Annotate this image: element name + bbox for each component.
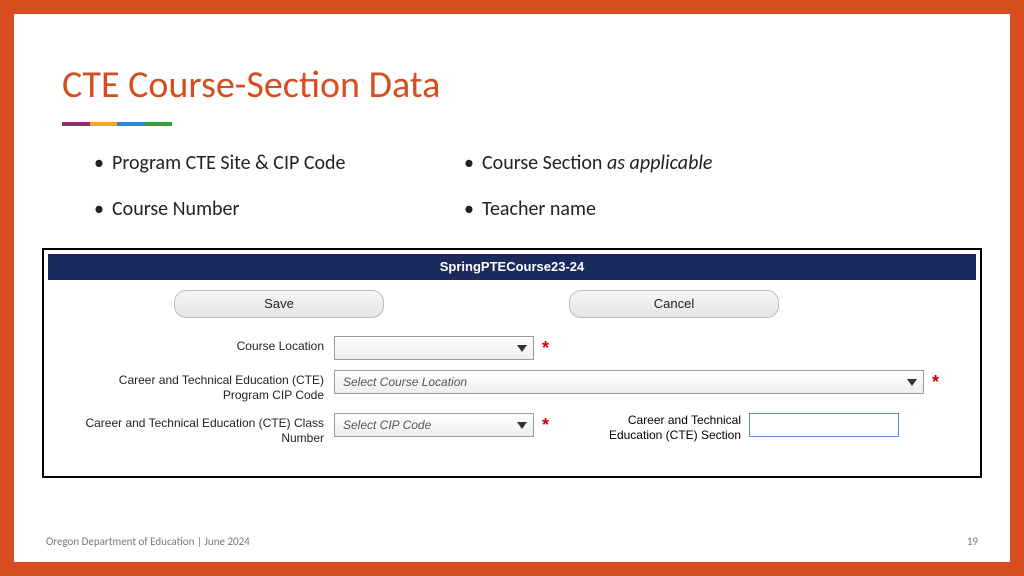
- required-asterisk-icon: *: [542, 413, 549, 437]
- page-title: CTE Course-Section Data: [62, 62, 440, 108]
- bullet-text: Teacher name: [482, 197, 596, 221]
- class-number-label: Career and Technical Education (CTE) Cla…: [74, 413, 334, 446]
- select-placeholder: Select Course Location: [343, 375, 467, 389]
- form-screenshot: SpringPTECourse23-24 Save Cancel Course …: [42, 248, 982, 478]
- required-asterisk-icon: *: [542, 336, 549, 360]
- title-underline: [62, 122, 172, 126]
- form-grid: Course Location * Career and Technical E…: [44, 324, 980, 446]
- bullet-text: Course Section: [482, 151, 607, 175]
- cip-code-select[interactable]: Select Course Location: [334, 370, 924, 394]
- bullet-item: Course Section as applicable: [464, 150, 824, 176]
- course-location-select[interactable]: [334, 336, 534, 360]
- bullet-column-right: Course Section as applicable Teacher nam…: [464, 150, 824, 242]
- bullet-column-left: Program CTE Site & CIP Code Course Numbe…: [94, 150, 454, 242]
- chevron-down-icon: [517, 422, 527, 429]
- bullet-item: Course Number: [94, 196, 454, 222]
- save-button[interactable]: Save: [174, 290, 384, 318]
- form-row-course-location: Course Location *: [74, 336, 950, 360]
- chevron-down-icon: [907, 379, 917, 386]
- course-location-label: Course Location: [74, 336, 334, 354]
- cancel-button[interactable]: Cancel: [569, 290, 779, 318]
- page-number: 19: [967, 535, 978, 548]
- form-row-class-number: Career and Technical Education (CTE) Cla…: [74, 413, 950, 446]
- section-input[interactable]: [749, 413, 899, 437]
- form-header: SpringPTECourse23-24: [48, 254, 976, 280]
- bullet-item: Teacher name: [464, 196, 824, 222]
- required-asterisk-icon: *: [932, 370, 939, 394]
- cip-code-label: Career and Technical Education (CTE) Pro…: [74, 370, 334, 403]
- section-label: Career and Technical Education (CTE) Sec…: [579, 413, 749, 443]
- chevron-down-icon: [517, 345, 527, 352]
- footer-text: Oregon Department of Education | June 20…: [46, 535, 250, 548]
- select-placeholder: Select CIP Code: [343, 418, 431, 432]
- form-row-cip-code: Career and Technical Education (CTE) Pro…: [74, 370, 950, 403]
- class-number-select[interactable]: Select CIP Code: [334, 413, 534, 437]
- bullet-item: Program CTE Site & CIP Code: [94, 150, 454, 176]
- bullet-text-italic: as applicable: [607, 151, 713, 175]
- button-row: Save Cancel: [44, 280, 980, 324]
- slide: CTE Course-Section Data Program CTE Site…: [14, 14, 1010, 562]
